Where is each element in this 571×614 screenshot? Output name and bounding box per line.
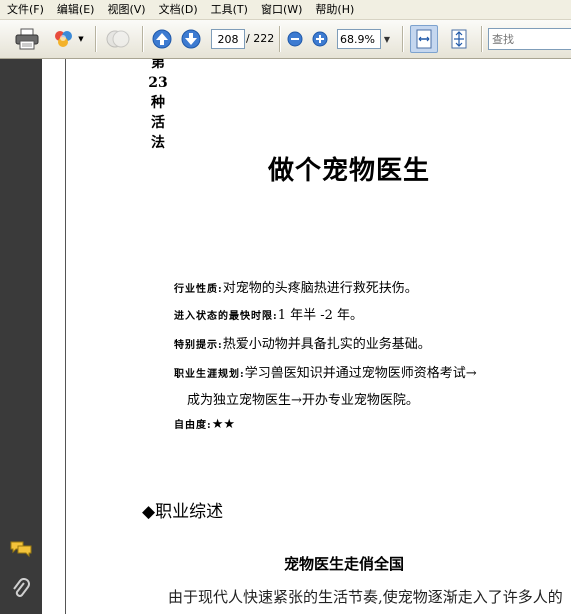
side-title-char: 法 [151,135,165,151]
info-line: 进入状态的最快时限:1 年半 -2 年。 [174,304,363,323]
chevron-down-icon: ▼ [383,34,391,44]
side-title-char: 23 [148,75,168,91]
arrow-up-icon [152,29,172,49]
info-label: 自由度: [174,420,212,431]
separator [279,26,280,52]
info-line: 成为独立宠物医生→开办专业宠物医院。 [187,389,419,408]
side-title-char: 第 [151,59,165,71]
side-title-char: 活 [151,115,165,131]
info-line: 行业性质:对宠物的头疼脑热进行救死扶伤。 [174,277,418,296]
chevron-down-icon: ▼ [78,35,84,43]
prev-page-button[interactable] [151,26,173,52]
zoom-out-icon [287,31,303,47]
info-line: 职业生涯规划:学习兽医知识并通过宠物医师资格考试→ [174,362,477,381]
info-label: 职业生涯规划: [174,369,245,380]
section-heading: ◆职业综述 [142,502,224,522]
info-line: 特别提示:热爱小动物并具备扎实的业务基础。 [174,333,431,352]
sub-heading: 宠物医生走俏全国 [284,555,405,573]
info-label: 进入状态的最快时限: [174,311,278,322]
info-value: ★★ [211,417,236,432]
zoom-in-icon [312,31,328,47]
menu-tools[interactable]: 工具(T) [204,0,254,19]
menu-edit[interactable]: 编辑(E) [50,0,101,19]
separator [402,26,403,52]
attachments-button[interactable] [10,578,32,599]
collaborate-icon [55,31,73,47]
printer-icon [15,28,39,50]
chapter-side-title: 第 23 种 活 法 [147,59,169,151]
fit-page-icon [451,29,467,49]
fit-width-icon [416,29,432,49]
review-button[interactable] [103,26,133,52]
fit-page-button[interactable] [446,26,472,52]
menu-view[interactable]: 视图(V) [100,0,151,19]
fit-width-button[interactable] [410,25,438,53]
body-paragraph: 由于现代人快速紧张的生活节奏,使宠物逐渐走入了许多人的 [168,588,563,606]
info-line: 自由度:★★ [174,416,235,432]
comments-button[interactable] [10,539,32,559]
print-button[interactable] [12,26,42,52]
info-value: 学习兽医知识并通过宠物医师资格考试→ [244,366,477,381]
review-icon [106,30,130,48]
navigation-panel [0,59,42,614]
toolbar: ▼ / 222 ▼ [0,20,571,59]
search-input[interactable] [488,28,571,50]
zoom-level-input[interactable] [337,29,381,49]
zoom-out-button[interactable] [286,26,304,52]
side-title-char: 种 [151,95,165,111]
menu-help[interactable]: 帮助(H) [308,0,360,19]
separator [481,26,482,52]
info-value: 成为独立宠物医生→开办专业宠物医院。 [187,393,419,408]
menu-bar: 文件(F) 编辑(E) 视图(V) 文档(D) 工具(T) 窗口(W) 帮助(H… [0,0,571,20]
info-label: 行业性质: [174,284,223,295]
info-value: 热爱小动物并具备扎实的业务基础。 [222,337,431,352]
menu-document[interactable]: 文档(D) [152,0,204,19]
separator [142,26,143,52]
arrow-down-icon [181,29,201,49]
zoom-dropdown-button[interactable]: ▼ [380,29,394,49]
paperclip-icon [13,578,30,597]
comment-icon [10,541,32,558]
document-view[interactable]: 第 23 种 活 法 做个宠物医生 行业性质:对宠物的头疼脑热进行救死扶伤。 进… [42,59,571,614]
page-total: / 222 [246,32,275,45]
page-border [65,59,66,614]
zoom-in-button[interactable] [311,26,329,52]
info-label: 特别提示: [174,340,223,351]
menu-file[interactable]: 文件(F) [0,0,50,19]
next-page-button[interactable] [180,26,202,52]
page-number-input[interactable] [211,29,245,49]
collaborate-button[interactable]: ▼ [50,26,86,52]
info-value: 1 年半 -2 年。 [277,308,364,323]
page-title: 做个宠物医生 [268,156,431,186]
info-value: 对宠物的头疼脑热进行救死扶伤。 [222,281,418,296]
separator [95,26,96,52]
menu-window[interactable]: 窗口(W) [254,0,308,19]
